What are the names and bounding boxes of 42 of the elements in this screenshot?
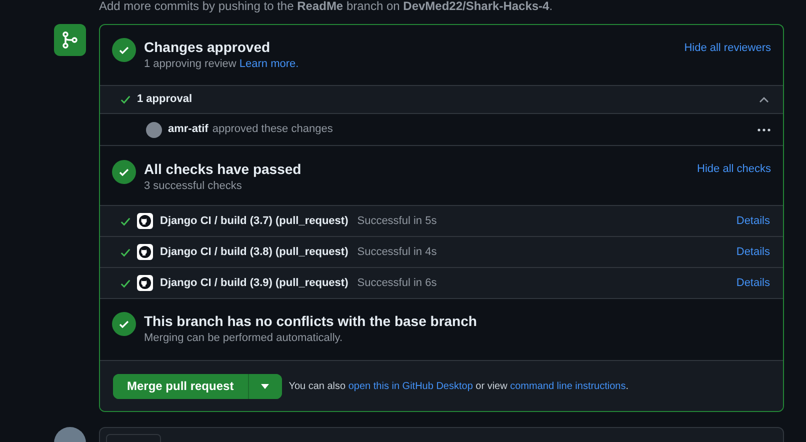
command-line-link[interactable]: command line instructions bbox=[510, 380, 626, 392]
section-subtitle: 3 successful checks bbox=[144, 179, 243, 194]
section-subtitle: Merging can be performed automatically. bbox=[144, 331, 344, 346]
merge-hint-text: You can also open this in GitHub Desktop or view command line instructions. bbox=[288, 380, 629, 394]
check-icon bbox=[120, 278, 131, 288]
review-status: approved these changes bbox=[212, 122, 333, 138]
section-title: This branch has no conflicts with the base branch bbox=[144, 312, 477, 330]
check-status: Successful in 4s bbox=[357, 244, 437, 260]
details-link[interactable]: Details bbox=[736, 244, 770, 260]
check-icon bbox=[120, 246, 131, 258]
learn-more-link[interactable]: Learn more. bbox=[239, 58, 299, 70]
success-icon bbox=[112, 160, 136, 184]
section-title: All checks have passed bbox=[144, 160, 302, 178]
git-branch-icon bbox=[61, 31, 79, 49]
merge-options-button[interactable] bbox=[248, 374, 282, 398]
check-icon bbox=[120, 216, 131, 226]
check-name: Django CI / build (3.8) (pull_request) bbox=[160, 244, 348, 260]
details-link[interactable]: Details bbox=[736, 274, 770, 292]
octocat-icon bbox=[137, 213, 153, 229]
approvals-bar[interactable]: 1 approval bbox=[100, 86, 783, 114]
github-desktop-link[interactable]: open this in GitHub Desktop bbox=[348, 380, 473, 392]
notice-text: Add more commits by pushing to the ReadMe branch on DevMed22/Shark-Hacks-4. bbox=[99, 0, 553, 12]
check-status: Successful in 6s bbox=[357, 276, 437, 291]
octocat-icon bbox=[137, 275, 153, 291]
details-link[interactable]: Details bbox=[736, 212, 770, 230]
more-icon[interactable] bbox=[757, 128, 771, 132]
chevron-icon[interactable] bbox=[759, 94, 769, 104]
section-title: Changes approved bbox=[144, 38, 272, 56]
success-icon bbox=[112, 312, 136, 336]
check-name: Django CI / build (3.7) (pull_request) bbox=[160, 214, 348, 229]
avatar bbox=[146, 122, 162, 138]
hide-reviewers-link[interactable]: Hide all reviewers bbox=[684, 40, 771, 56]
octocat-icon bbox=[137, 244, 153, 260]
check-icon bbox=[120, 94, 131, 105]
section-subtitle: 1 approving review Learn more. bbox=[144, 57, 299, 72]
caret-icon bbox=[261, 384, 270, 388]
reviewer-name[interactable]: amr-atif bbox=[168, 121, 208, 138]
check-name: Django CI / build (3.9) (pull_request) bbox=[160, 276, 348, 291]
approvals-label: 1 approval bbox=[137, 92, 192, 108]
success-icon bbox=[112, 38, 136, 62]
check-status: Successful in 5s bbox=[357, 214, 437, 229]
hide-checks-link[interactable]: Hide all checks bbox=[697, 161, 771, 178]
